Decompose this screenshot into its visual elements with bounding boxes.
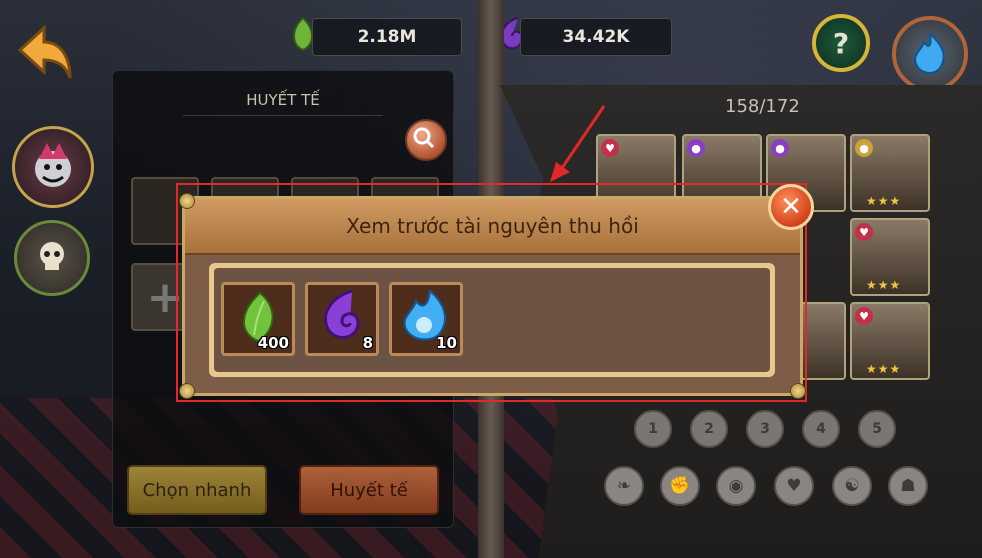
filter-brain-button[interactable]: ☯	[832, 466, 872, 506]
resource-item-purple[interactable]: 8	[305, 282, 379, 356]
star-rating: ★★★	[866, 362, 902, 376]
wing-icon: ●	[855, 139, 873, 157]
star-filter-4[interactable]: 4	[802, 410, 840, 448]
sacrifice-label: Huyết tế	[330, 479, 408, 501]
green-amount-text: 2.18M	[357, 27, 417, 47]
back-arrow-icon	[17, 24, 72, 79]
dialog-header: Xem trước tài nguyên thu hồi	[185, 199, 800, 255]
hero-card[interactable]: ♥ ★★★	[850, 218, 930, 296]
heart-icon: ♥	[786, 476, 802, 496]
star-filter-5[interactable]: 5	[858, 410, 896, 448]
dialog-title: Xem trước tài nguyên thu hồi	[346, 214, 639, 238]
close-icon: ✕	[780, 192, 802, 222]
question-mark-icon: ?	[832, 26, 850, 60]
star-filter-label: 2	[704, 421, 714, 437]
star-filter-2[interactable]: 2	[690, 410, 728, 448]
star-filter-label: 1	[648, 421, 658, 437]
back-button[interactable]	[14, 22, 74, 82]
search-button[interactable]	[405, 119, 447, 161]
close-button[interactable]: ✕	[768, 184, 814, 230]
green-resource-amount: 2.18M	[312, 18, 462, 56]
brain-icon: ●	[687, 139, 705, 157]
corner-ornament-icon	[179, 193, 195, 209]
resource-quantity: 8	[362, 334, 373, 352]
star-filter-1[interactable]: 1	[634, 410, 672, 448]
star-filter-label: 4	[816, 421, 826, 437]
eye-icon: ◉	[728, 476, 744, 496]
quick-select-label: Chọn nhanh	[142, 479, 252, 501]
sacrifice-button[interactable]: Huyết tế	[299, 465, 439, 515]
villain-face-icon	[35, 143, 71, 187]
corner-ornament-icon	[179, 383, 195, 399]
magnifier-icon	[413, 127, 435, 149]
purple-resource-amount: 34.42K	[520, 18, 672, 56]
corner-ornament-icon	[790, 383, 806, 399]
hero-card[interactable]: ♥ ★★★	[850, 302, 930, 380]
star-filter-label: 3	[760, 421, 770, 437]
hero-card[interactable]: ● ★★★	[850, 134, 930, 212]
roster-counter: 158/172	[725, 96, 800, 117]
heart-icon: ♥	[855, 307, 873, 325]
annotation-arrow-icon	[550, 105, 606, 182]
filter-eye-button[interactable]: ◉	[716, 466, 756, 506]
panel-title: HUYẾT TẾ	[183, 85, 383, 116]
filter-wing-button[interactable]: ❧	[604, 466, 644, 506]
star-rating: ★★★	[866, 278, 902, 292]
filter-heart-button[interactable]: ♥	[774, 466, 814, 506]
blue-flame-icon	[914, 31, 945, 74]
resource-quantity: 10	[436, 334, 457, 352]
recycle-skull-button[interactable]	[14, 220, 90, 296]
purple-amount-text: 34.42K	[562, 27, 630, 47]
brain-icon: ☯	[844, 476, 860, 496]
recovery-preview-dialog: Xem trước tài nguyên thu hồi 400 8 10	[179, 193, 806, 399]
player-avatar-button[interactable]	[892, 16, 968, 92]
star-filter-3[interactable]: 3	[746, 410, 784, 448]
help-button[interactable]: ?	[812, 14, 870, 72]
resource-item-blue[interactable]: 10	[389, 282, 463, 356]
star-filter-label: 5	[872, 421, 882, 437]
heart-icon: ♥	[855, 223, 873, 241]
quick-select-button[interactable]: Chọn nhanh	[127, 465, 267, 515]
skull-icon	[40, 242, 64, 270]
star-rating: ★★★	[866, 194, 902, 208]
resource-item-green[interactable]: 400	[221, 282, 295, 356]
filter-fist-button[interactable]: ✊	[660, 466, 700, 506]
filter-hood-button[interactable]: ☗	[888, 466, 928, 506]
hood-icon: ☗	[900, 476, 916, 496]
wing-icon: ❧	[616, 476, 632, 496]
brain-icon: ●	[771, 139, 789, 157]
resource-quantity: 400	[257, 334, 289, 352]
dialog-body: 400 8 10	[209, 263, 775, 377]
resource-list: 400 8 10	[214, 268, 770, 372]
fist-icon: ✊	[669, 476, 691, 496]
hero-portrait-button[interactable]	[12, 126, 94, 208]
